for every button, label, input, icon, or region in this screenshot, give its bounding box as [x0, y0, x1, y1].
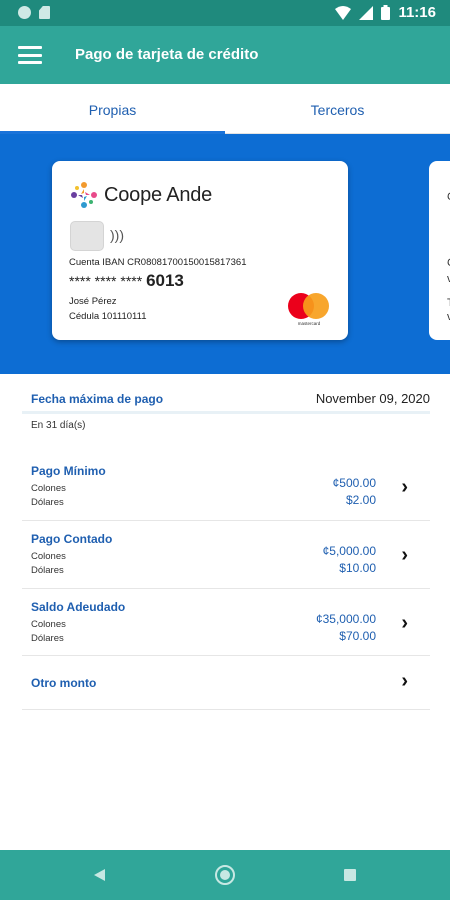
option-amount-colones: ¢5,000.00 — [322, 544, 376, 558]
clock: 11:16 — [398, 4, 436, 21]
option-amount-colones: ¢35,000.00 — [315, 612, 376, 626]
option-amount-dolares: $70.00 — [339, 629, 376, 643]
credit-card[interactable]: Coope Ande ))) Cuenta IBAN CR08081700150… — [52, 161, 348, 340]
days-left: En 31 día(s) — [31, 420, 86, 431]
option-currency-dolares: Dólares — [31, 633, 64, 644]
due-date-row: Fecha máxima de pago November 09, 2020 — [22, 374, 430, 414]
option-name: Otro monto — [31, 676, 97, 690]
recent-apps-icon[interactable] — [344, 869, 356, 881]
option-name: Pago Contado — [31, 532, 113, 546]
tab-bar: Propias Terceros — [0, 84, 450, 134]
option-currency-dolares: Dólares — [31, 565, 64, 576]
option-name: Pago Mínimo — [31, 464, 106, 478]
payment-option-minimum[interactable]: Pago Mínimo Colones Dólares ¢500.00 $2.0… — [22, 458, 430, 521]
card-iban: Cuenta IBAN CR08081700150015817361 — [69, 257, 247, 268]
card-number-last4: 6013 — [146, 271, 184, 290]
tab-propias[interactable]: Propias — [0, 84, 225, 134]
option-currency-colones: Colones — [31, 551, 66, 562]
status-bar: 11:16 — [0, 0, 450, 26]
card-chip-icon — [70, 221, 104, 251]
option-currency-colones: Colones — [31, 483, 66, 494]
home-icon[interactable] — [215, 865, 235, 885]
mastercard-logo-icon: mastercard — [288, 293, 330, 327]
menu-icon[interactable] — [18, 46, 42, 64]
chevron-right-icon: › — [401, 670, 408, 692]
card-holder-id: Cédula 101110111 — [69, 311, 147, 322]
next-card-peek[interactable]: C C v T v — [429, 161, 450, 340]
system-nav-bar — [0, 850, 450, 900]
chevron-right-icon: › — [401, 544, 408, 566]
app-bar: Pago de tarjeta de crédito — [0, 26, 450, 84]
option-amount-colones: ¢500.00 — [332, 476, 376, 490]
back-icon[interactable] — [94, 869, 105, 881]
payment-option-full[interactable]: Pago Contado Colones Dólares ¢5,000.00 $… — [22, 526, 430, 589]
option-currency-dolares: Dólares — [31, 497, 64, 508]
payment-option-balance[interactable]: Saldo Adeudado Colones Dólares ¢35,000.0… — [22, 594, 430, 656]
brand-name: Coope Ande — [104, 183, 213, 206]
option-amount-dolares: $2.00 — [345, 493, 376, 507]
option-name: Saldo Adeudado — [31, 600, 126, 614]
option-currency-colones: Colones — [31, 619, 66, 630]
due-date-value: November 09, 2020 — [315, 391, 430, 406]
sd-card-icon — [39, 6, 50, 19]
wifi-icon — [335, 5, 352, 20]
option-amount-dolares: $10.00 — [339, 561, 376, 575]
card-number: **** **** **** 6013 — [69, 271, 184, 291]
contactless-icon: ))) — [110, 227, 124, 243]
brand-logo: Coope Ande — [69, 180, 212, 210]
due-date-label: Fecha máxima de pago — [31, 392, 164, 406]
coope-ande-logo-icon — [71, 182, 97, 208]
card-number-masked: **** **** **** — [69, 273, 143, 289]
page-title: Pago de tarjeta de crédito — [75, 46, 259, 63]
notification-circle-icon — [18, 6, 31, 19]
battery-icon — [381, 5, 391, 20]
payment-option-other-amount[interactable]: Otro monto › — [22, 664, 430, 710]
chevron-right-icon: › — [401, 476, 408, 498]
mastercard-wordmark: mastercard — [297, 321, 321, 326]
card-holder-name: José Pérez — [69, 296, 117, 307]
card-carousel[interactable]: Coope Ande ))) Cuenta IBAN CR08081700150… — [0, 134, 450, 374]
cell-signal-icon — [359, 5, 374, 20]
tab-terceros[interactable]: Terceros — [225, 84, 450, 133]
chevron-right-icon: › — [401, 612, 408, 634]
